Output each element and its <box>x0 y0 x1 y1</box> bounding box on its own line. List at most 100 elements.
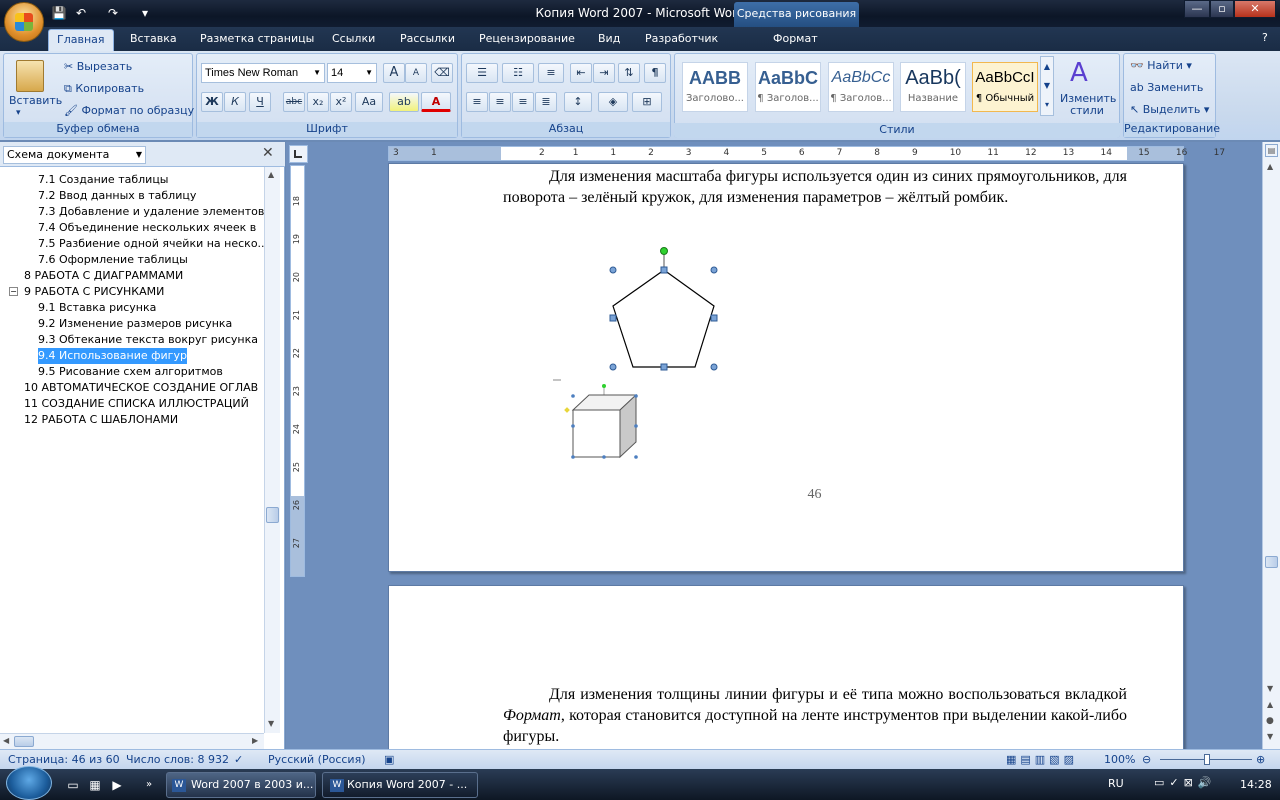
save-icon[interactable]: 💾 <box>50 4 68 22</box>
numbering-icon[interactable]: ☷ <box>502 63 534 83</box>
tab-page-layout[interactable]: Разметка страницы <box>192 29 322 51</box>
cut-button[interactable]: ✂ Вырезать <box>64 60 132 73</box>
style-tile[interactable]: AaBb(Название <box>900 62 966 112</box>
map-item[interactable]: 9.2 Изменение размеров рисунка <box>0 316 264 332</box>
map-item[interactable]: 7.5 Разбиение одной ячейки на неско... <box>0 236 264 252</box>
scroll-left-icon[interactable]: ◀ <box>3 736 9 745</box>
paste-dropdown-icon[interactable]: ▾ <box>16 108 21 118</box>
close-icon[interactable]: ✕ <box>262 145 274 161</box>
bullets-icon[interactable]: ☰ <box>466 63 498 83</box>
document-map-view-select[interactable]: Схема документа ▼ <box>3 146 146 164</box>
quicklaunch-more-icon[interactable]: » <box>140 776 158 794</box>
scroll-up-icon[interactable]: ▲ <box>1267 162 1273 171</box>
tab-insert[interactable]: Вставка <box>122 29 185 51</box>
map-item[interactable]: 10 АВТОМАТИЧЕСКОЕ СОЗДАНИЕ ОГЛАВ <box>0 380 264 396</box>
drawing-canvas[interactable] <box>389 164 1185 573</box>
horizontal-ruler[interactable]: 3 1 2 1 1 2 3 4 5 6 7 8 9 10 11 12 13 14 15 16 17 <box>388 146 1225 161</box>
styles-scroll[interactable]: ▲ ▼ ▾ <box>1040 56 1054 116</box>
align-right-icon[interactable]: ≡ <box>512 92 534 112</box>
map-item[interactable]: 12 РАБОТА С ШАБЛОНАМИ <box>0 412 264 428</box>
page-count-status[interactable]: Страница: 46 из 60 <box>8 753 120 766</box>
italic-button[interactable]: К <box>224 92 246 112</box>
underline-button[interactable]: Ч <box>249 92 271 112</box>
scroll-down-icon[interactable]: ▼ <box>268 719 274 728</box>
style-tile-selected[interactable]: AaBbCcI ¶ Обычный <box>972 62 1038 112</box>
zoom-slider-thumb[interactable] <box>1204 754 1210 765</box>
style-tile[interactable]: AaBbCc ¶ Заголов... <box>828 62 894 112</box>
style-tile[interactable]: AABB Заголово... <box>682 62 748 112</box>
map-item[interactable]: 9.5 Рисование схем алгоритмов <box>0 364 264 380</box>
previous-page-icon[interactable]: ▲ <box>1267 700 1273 709</box>
document-map-vertical-scrollbar[interactable]: ▲ ▼ <box>264 167 280 733</box>
tab-review[interactable]: Рецензирование <box>471 29 583 51</box>
tab-references[interactable]: Ссылки <box>324 29 383 51</box>
subscript-button[interactable]: x₂ <box>307 92 329 112</box>
line-spacing-icon[interactable]: ↕ <box>564 92 592 112</box>
word-count-status[interactable]: Число слов: 8 932 <box>126 753 229 766</box>
input-language[interactable]: RU <box>1108 777 1124 790</box>
maximize-button[interactable]: ▫ <box>1210 0 1234 18</box>
align-center-icon[interactable]: ≡ <box>489 92 511 112</box>
page[interactable]: Для изменения толщины линии фигуры и её … <box>388 585 1184 760</box>
map-item[interactable]: 11 СОЗДАНИЕ СПИСКА ИЛЛЮСТРАЦИЙ <box>0 396 264 412</box>
justify-icon[interactable]: ≣ <box>535 92 557 112</box>
minimize-button[interactable]: — <box>1184 0 1210 18</box>
ruler-toggle-icon[interactable]: ▤ <box>1265 144 1278 157</box>
replace-button[interactable]: ab Заменить <box>1130 81 1203 94</box>
map-item[interactable]: 7.1 Создание таблицы <box>0 172 264 188</box>
change-styles-icon[interactable]: A <box>1070 58 1088 88</box>
document-vertical-scrollbar[interactable]: ▤ ▲ ▼ ▲ ● ▼ <box>1262 142 1280 749</box>
font-name-combo[interactable]: Times New Roman ▼ <box>201 63 325 83</box>
tray-icons[interactable]: ▭✓⊠🔊 <box>1154 776 1217 789</box>
format-painter-button[interactable]: 🖌 Формат по образцу <box>64 104 194 117</box>
change-styles-button[interactable]: Изменить стили <box>1060 93 1116 117</box>
scroll-thumb[interactable] <box>1265 556 1278 568</box>
grow-font-button[interactable]: A <box>383 63 405 83</box>
map-item-expanded[interactable]: −9 РАБОТА С РИСУНКАМИ <box>0 284 264 300</box>
map-item[interactable]: 7.6 Оформление таблицы <box>0 252 264 268</box>
help-icon[interactable]: ? <box>1262 31 1268 44</box>
close-button[interactable]: ✕ <box>1234 0 1276 18</box>
tab-format[interactable]: Формат <box>765 29 826 51</box>
office-button[interactable] <box>4 2 44 42</box>
map-item[interactable]: 8 РАБОТА С ДИАГРАММАМИ <box>0 268 264 284</box>
map-item[interactable]: 9.3 Обтекание текста вокруг рисунка <box>0 332 264 348</box>
scroll-thumb[interactable] <box>266 507 279 523</box>
tab-mailings[interactable]: Рассылки <box>392 29 463 51</box>
paragraph[interactable]: Для изменения толщины линии фигуры и её … <box>503 684 1127 747</box>
collapse-icon[interactable]: − <box>9 287 18 296</box>
superscript-button[interactable]: x² <box>330 92 352 112</box>
taskbar-button[interactable]: Word 2007 в 2003 и... <box>166 772 316 798</box>
map-item[interactable]: 9.1 Вставка рисунка <box>0 300 264 316</box>
macro-record-icon[interactable]: ▣ <box>384 753 394 766</box>
multilevel-list-icon[interactable]: ≡ <box>538 63 564 83</box>
spelling-icon[interactable]: ✓ <box>234 753 243 766</box>
clock[interactable]: 14:28 <box>1240 778 1272 791</box>
decrease-indent-icon[interactable]: ⇤ <box>570 63 592 83</box>
strikethrough-button[interactable]: abc <box>283 92 305 112</box>
borders-icon[interactable]: ⊞ <box>632 92 662 112</box>
shading-icon[interactable]: ◈ <box>598 92 628 112</box>
explorer-icon[interactable]: ▦ <box>86 776 104 794</box>
paste-icon[interactable] <box>16 60 44 92</box>
find-button[interactable]: 👓 Найти ▾ <box>1130 59 1192 72</box>
view-buttons[interactable]: ▦▤▥▧▨ <box>1006 753 1078 766</box>
start-button[interactable] <box>6 766 52 800</box>
zoom-in-icon[interactable]: ⊕ <box>1256 753 1265 766</box>
tab-developer[interactable]: Разработчик <box>637 29 726 51</box>
media-player-icon[interactable]: ▶ <box>108 776 126 794</box>
zoom-level[interactable]: 100% <box>1104 753 1135 766</box>
scroll-down-icon[interactable]: ▼ <box>1267 684 1273 693</box>
tab-view[interactable]: Вид <box>590 29 628 51</box>
taskbar-button-active[interactable]: Копия Word 2007 - ... <box>322 772 478 798</box>
redo-icon[interactable]: ↷ <box>104 4 122 22</box>
language-status[interactable]: Русский (Россия) <box>268 753 366 766</box>
shrink-font-button[interactable]: A <box>405 63 427 83</box>
change-case-button[interactable]: Aa <box>355 92 383 112</box>
map-item-selected[interactable]: 9.4 Использование фигур <box>0 348 264 364</box>
increase-indent-icon[interactable]: ⇥ <box>593 63 615 83</box>
map-item[interactable]: 7.4 Объединение нескольких ячеек в <box>0 220 264 236</box>
scroll-right-icon[interactable]: ▶ <box>252 736 258 745</box>
tab-home[interactable]: Главная <box>48 29 114 51</box>
paste-button[interactable]: Вставить <box>9 94 62 107</box>
